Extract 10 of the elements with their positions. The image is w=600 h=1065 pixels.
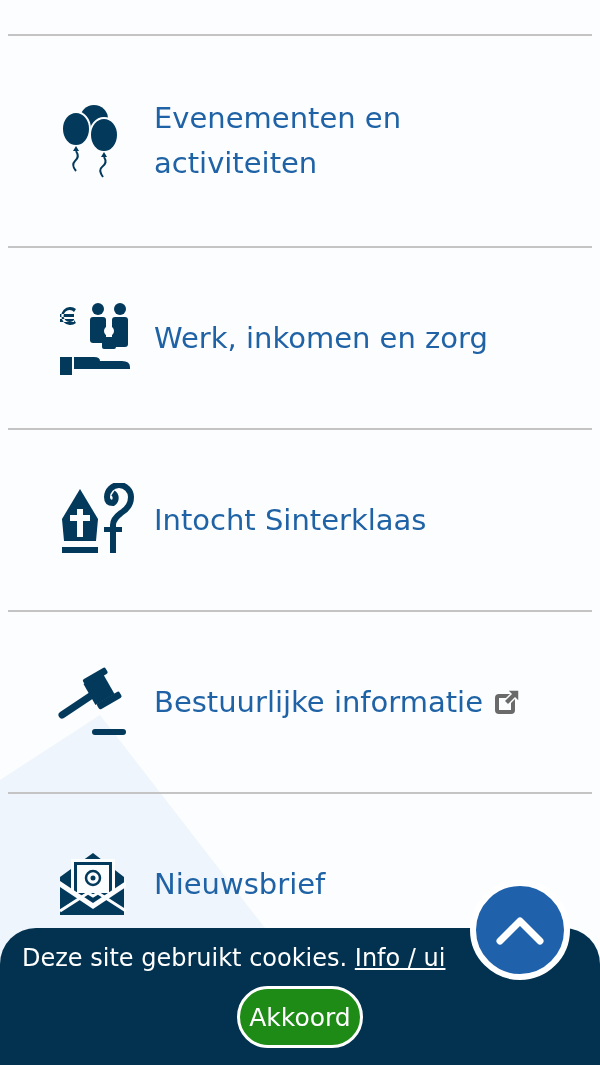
menu-link[interactable]: Werk, inkomen en zorg xyxy=(154,315,488,361)
menu-link[interactable]: Evenementen en activiteiten xyxy=(154,96,554,186)
envelope-email-icon xyxy=(58,851,128,917)
cookie-info-link[interactable]: Info / ui xyxy=(354,944,446,972)
accept-button[interactable]: Akkoord xyxy=(237,986,363,1048)
chevron-up-icon xyxy=(496,915,544,945)
cookie-message: Deze site gebruikt cookies. Info / ui xyxy=(22,943,447,974)
menu-link[interactable]: Intocht Sinterklaas xyxy=(154,497,427,543)
menu-link[interactable]: Nieuwsbrief xyxy=(154,861,326,907)
menu-link[interactable]: Bestuurlijke informatie xyxy=(154,679,483,725)
